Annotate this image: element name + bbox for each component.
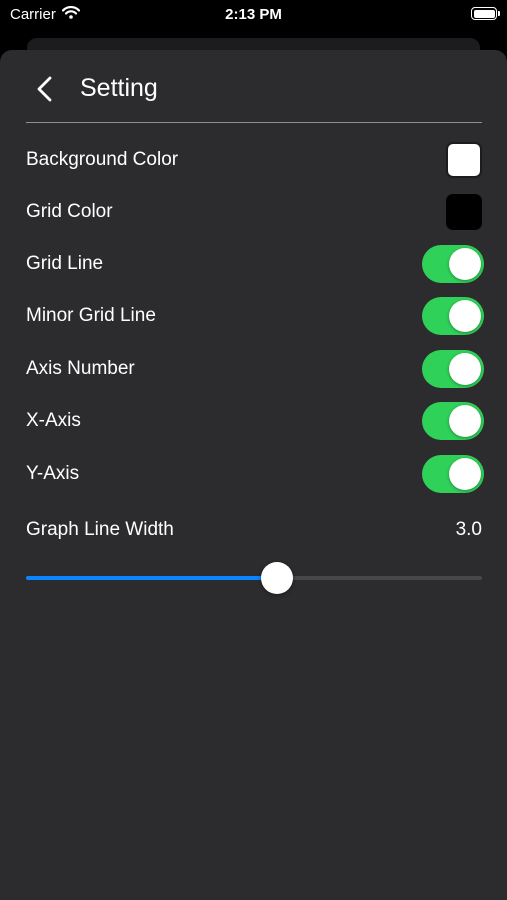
minor-grid-line-toggle[interactable] [422,297,484,335]
status-bar: Carrier 2:13 PM [0,0,507,30]
settings-sheet: Setting Background Color Grid Color Grid… [0,50,507,900]
status-time: 2:13 PM [225,6,282,23]
nav-header: Setting [0,50,507,123]
grid-color-label: Grid Color [26,201,113,222]
toggle-knob [449,300,481,332]
line-width-slider[interactable] [26,556,482,600]
grid-line-label: Grid Line [26,253,104,274]
grid-line-toggle[interactable] [422,245,484,283]
header-divider [26,122,482,123]
toggle-knob [449,248,481,280]
toggle-knob [449,405,481,437]
toggle-knob [449,353,481,385]
y-axis-label: Y-Axis [26,463,80,484]
x-axis-toggle[interactable] [422,402,484,440]
minor-grid-line-label: Minor Grid Line [26,305,156,326]
grid-color-swatch[interactable] [446,194,482,230]
toggle-knob [449,458,481,490]
background-color-label: Background Color [26,149,179,170]
line-width-value: 3.0 [455,519,482,540]
background-color-swatch[interactable] [446,142,482,178]
battery-icon [471,7,500,20]
y-axis-toggle[interactable] [422,455,484,493]
back-button[interactable] [28,72,62,106]
axis-number-label: Axis Number [26,358,135,379]
line-width-row: Graph Line Width 3.0 [26,508,484,552]
page-title: Setting [80,74,158,102]
toggle-row-minor-grid-line: Minor Grid Line [26,294,484,338]
slider-thumb[interactable] [260,562,293,594]
slider-track-fill [26,576,277,580]
toggle-row-axis-number: Axis Number [26,347,484,391]
chevron-left-icon [37,76,52,102]
grid-color-row: Grid Color [26,190,484,234]
toggle-row-x-axis: X-Axis [26,399,484,443]
toggle-row-grid-line: Grid Line [26,242,484,286]
axis-number-toggle[interactable] [422,350,484,388]
line-width-label: Graph Line Width [26,519,174,540]
x-axis-label: X-Axis [26,410,81,431]
background-color-row: Background Color [26,138,484,182]
toggle-row-y-axis: Y-Axis [26,452,484,496]
